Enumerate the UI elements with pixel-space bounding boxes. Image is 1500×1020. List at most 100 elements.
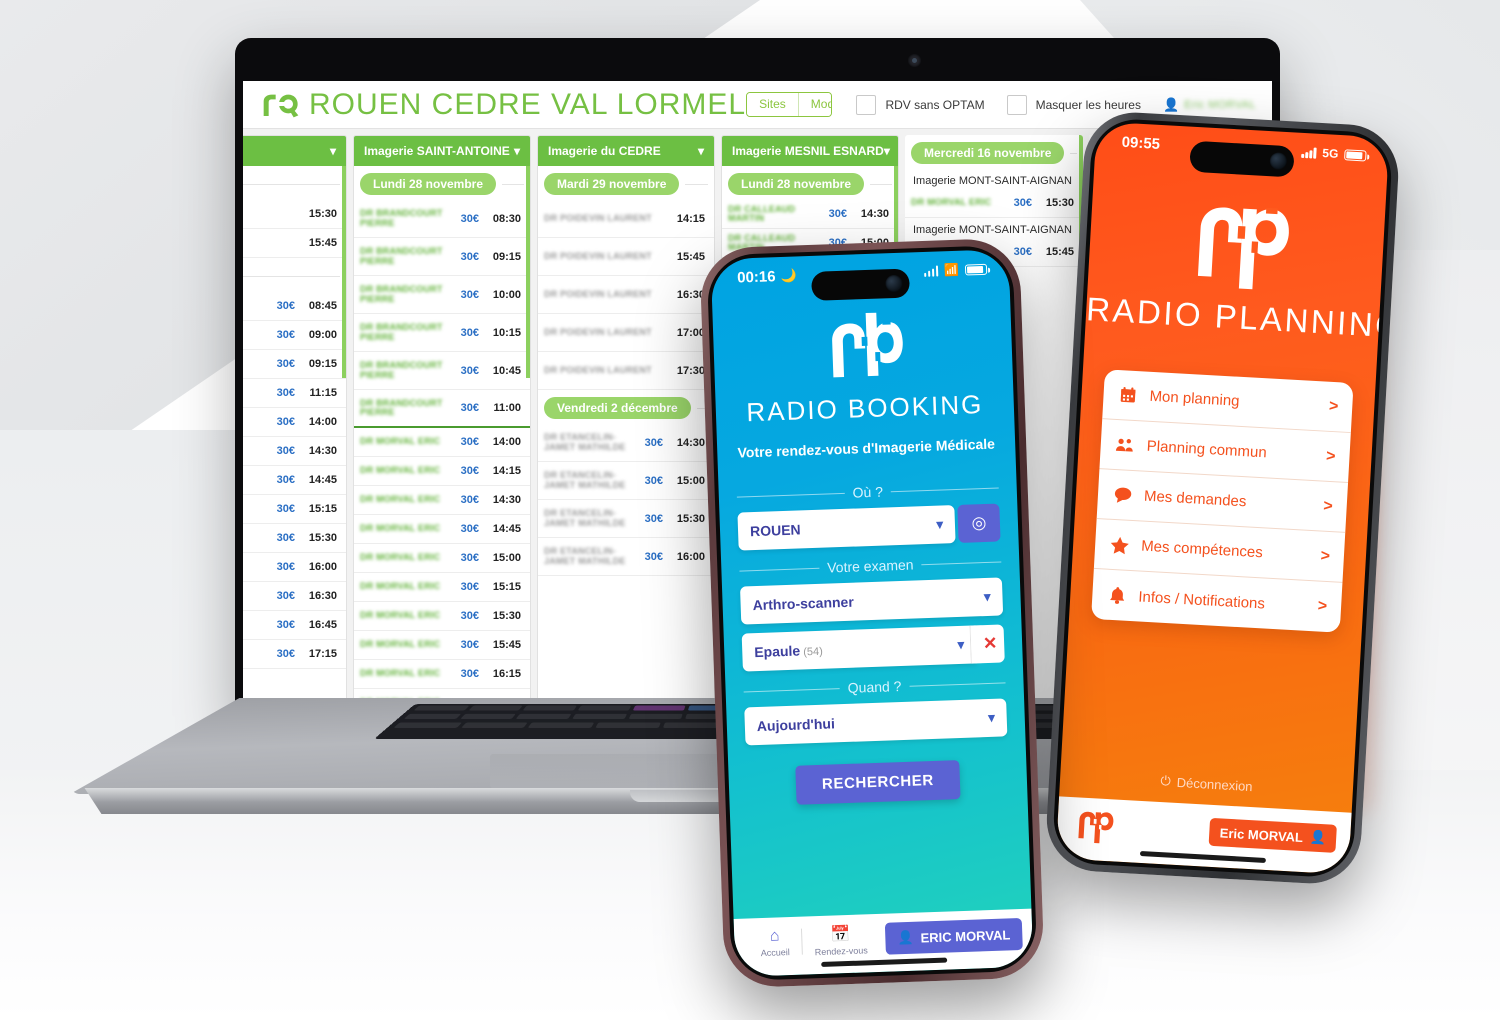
slot-price: 30€ xyxy=(276,416,295,428)
slot-row[interactable]: DR MORVAL ERIC 30€ 15:00 xyxy=(354,544,530,573)
slot-row[interactable]: 30€ 15:30 xyxy=(243,524,346,553)
user-chip[interactable]: 👤 ERIC MORVAL xyxy=(884,917,1023,955)
slot-row[interactable]: 30€ 09:00 xyxy=(243,321,346,350)
view-mode-segmented-control[interactable]: Sites Modalités Créneaux xyxy=(746,92,833,117)
chevron-down-icon[interactable]: ▾ xyxy=(514,144,520,158)
slot-row[interactable]: DR MORVAL ERIC 30€ 14:15 xyxy=(354,457,530,486)
bell-icon xyxy=(1106,586,1128,605)
slot-row[interactable]: DR BRANDCOURT PIERRE 30€ 10:00 xyxy=(354,276,530,314)
slot-row[interactable]: 30€ 16:00 xyxy=(243,553,346,582)
slot-time: 15:30 xyxy=(492,610,521,622)
slot-time: 11:15 xyxy=(309,387,337,399)
slot-row[interactable]: DR BRANDCOURT PIERRE 30€ 10:15 xyxy=(354,314,530,352)
chevron-down-icon[interactable]: ▾ xyxy=(698,144,704,158)
slot-row[interactable]: DR ETANCELIN-JAMET MATHILDE 30€ 14:30 xyxy=(538,424,714,462)
tab-rendez-vous[interactable]: 📅 Rendez-vous xyxy=(802,923,880,958)
slot-row[interactable]: 30€ 14:45 xyxy=(243,466,346,495)
slot-row[interactable]: DR BRANDCOURT PIERRE 30€ 10:45 xyxy=(354,352,530,390)
geolocate-button[interactable]: ◎ xyxy=(957,503,1001,543)
slot-time: 10:15 xyxy=(492,326,521,339)
slot-price: 30€ xyxy=(276,561,295,573)
slot-row[interactable]: DR MORVAL ERIC 30€ 15:30 xyxy=(905,189,1083,218)
slot-row[interactable]: 30€ 15:15 xyxy=(243,495,346,524)
exam-region-value-group: Epaule (54) xyxy=(754,642,823,661)
radio-planning-screen: 09:55 5G RADIO PLANNING Mon planning > P… xyxy=(1055,121,1390,875)
slot-price: 30€ xyxy=(276,532,295,544)
slot-price: 30€ xyxy=(276,619,295,631)
slot-price: 30€ xyxy=(460,402,479,414)
slot-row[interactable]: 15:30 xyxy=(243,200,346,229)
slot-row[interactable]: 30€ 16:30 xyxy=(243,582,346,611)
slot-row[interactable]: DR BRANDCOURT PIERRE 30€ 11:00 xyxy=(354,390,530,428)
phone-radio-planning: 09:55 5G RADIO PLANNING Mon planning > P… xyxy=(1044,109,1401,887)
slot-doctor: DR MORVAL ERIC xyxy=(360,495,441,505)
tab-sites[interactable]: Sites xyxy=(747,93,799,116)
crosshair-icon: ◎ xyxy=(971,512,987,533)
checkbox-masquer-les-heures[interactable] xyxy=(1006,94,1027,115)
column-body: Mardi 29 novembre DR POIDEVIN LAURENT 14:… xyxy=(538,166,714,718)
slot-row[interactable]: DR POIDEVIN LAURENT 17:30 xyxy=(538,352,714,390)
chevron-down-icon[interactable]: ▾ xyxy=(330,144,336,158)
front-camera-icon xyxy=(1268,152,1287,171)
slot-row[interactable]: DR POIDEVIN LAURENT 14:15 xyxy=(538,200,714,238)
city-select[interactable]: ROUEN ▾ xyxy=(737,505,956,551)
slot-doctor: DR BRANDCOURT PIERRE xyxy=(360,247,443,266)
tab-accueil[interactable]: ⌂ Accueil xyxy=(748,927,802,959)
legend-where-label: Où ? xyxy=(852,483,884,501)
slot-row[interactable]: DR CALLEAUD MARTIN 30€ 14:30 xyxy=(722,200,898,229)
column-header[interactable]: …IGNAI ▾ xyxy=(243,136,346,166)
when-select[interactable]: Aujourd'hui ▾ xyxy=(744,698,1008,746)
rp-logo-icon xyxy=(1088,177,1387,302)
exam-region-select[interactable]: Epaule (54) ▾ xyxy=(741,625,977,672)
slot-row[interactable]: DR MORVAL ERIC 30€ 15:30 xyxy=(354,602,530,631)
slot-row[interactable]: DR MORVAL ERIC 30€ 14:00 xyxy=(354,428,530,457)
slot-row[interactable]: DR MORVAL ERIC 30€ 15:45 xyxy=(354,631,530,660)
tab-modalites[interactable]: Modalités xyxy=(798,93,832,116)
slot-row[interactable]: DR POIDEVIN LAURENT 17:00 xyxy=(538,314,714,352)
slot-row[interactable]: 30€ 11:15 xyxy=(243,379,346,408)
search-button[interactable]: RECHERCHER xyxy=(795,760,961,805)
slot-row[interactable]: 30€ 14:30 xyxy=(243,437,346,466)
slot-doctor: DR MORVAL ERIC xyxy=(360,669,441,679)
chevron-down-icon[interactable]: ▾ xyxy=(884,144,890,158)
slot-row[interactable]: 30€ 17:15 xyxy=(243,640,346,669)
power-icon: ⏻ xyxy=(1160,772,1172,789)
day-divider xyxy=(685,183,708,185)
slot-row[interactable]: DR MORVAL ERIC 30€ 14:30 xyxy=(354,486,530,515)
slot-row[interactable]: DR POIDEVIN LAURENT 15:45 xyxy=(538,238,714,276)
day-divider xyxy=(1070,152,1077,154)
status-indicators: 📶 xyxy=(923,262,988,278)
column-header[interactable]: Imagerie SAINT-ANTOINE ▾ xyxy=(354,136,530,166)
slot-row[interactable]: DR BRANDCOURT PIERRE 30€ 09:15 xyxy=(354,238,530,276)
slot-price: 30€ xyxy=(828,208,847,220)
slot-row[interactable]: 30€ 08:45 xyxy=(243,292,346,321)
day-divider xyxy=(502,183,524,185)
slot-row[interactable]: 30€ 14:00 xyxy=(243,408,346,437)
slot-row[interactable]: DR MORVAL ERIC 30€ 14:45 xyxy=(354,515,530,544)
slot-time: 14:00 xyxy=(492,436,521,448)
column-header[interactable]: Imagerie MESNIL ESNARD ▾ xyxy=(722,136,898,166)
slot-row[interactable]: DR POIDEVIN LAURENT 16:30 xyxy=(538,276,714,314)
menu-item-label: Planning commun xyxy=(1146,437,1268,462)
clear-exam-region-button[interactable]: ✕ xyxy=(969,624,1005,664)
chevron-right-icon: > xyxy=(1325,447,1336,465)
status-indicators: 5G xyxy=(1301,145,1367,163)
slot-row[interactable]: DR ETANCELIN-JAMET MATHILDE 30€ 15:00 xyxy=(538,462,714,500)
slot-price: 30€ xyxy=(644,550,663,563)
day-group-header: Lundi 28 novembre xyxy=(722,166,898,200)
user-chip[interactable]: Eric MORVAL 👤 xyxy=(1209,817,1337,853)
header-user-chip[interactable]: 👤 Eric MORVAL xyxy=(1163,97,1256,113)
slot-row[interactable]: DR ETANCELIN-JAMET MATHILDE 30€ 15:30 xyxy=(538,500,714,538)
slot-row[interactable]: 30€ 09:15 xyxy=(243,350,346,379)
slot-row[interactable]: DR MORVAL ERIC 30€ 15:15 xyxy=(354,573,530,602)
column-header[interactable]: Imagerie du CEDRE ▾ xyxy=(538,136,714,166)
checkbox-rdv-sans-optam[interactable] xyxy=(856,94,877,115)
slot-row[interactable]: DR ETANCELIN-JAMET MATHILDE 30€ 16:00 xyxy=(538,538,714,576)
slot-row[interactable]: DR BRANDCOURT PIERRE 30€ 08:30 xyxy=(354,200,530,238)
slot-doctor: DR MORVAL ERIC xyxy=(911,198,992,208)
filter-rdv-sans-optam[interactable]: RDV sans OPTAM xyxy=(856,94,985,115)
slot-row[interactable]: DR MORVAL ERIC 30€ 16:15 xyxy=(354,660,530,689)
slot-row[interactable]: 30€ 16:45 xyxy=(243,611,346,640)
column-title: Imagerie SAINT-ANTOINE xyxy=(364,144,510,158)
slot-row[interactable]: 15:45 xyxy=(243,229,346,258)
